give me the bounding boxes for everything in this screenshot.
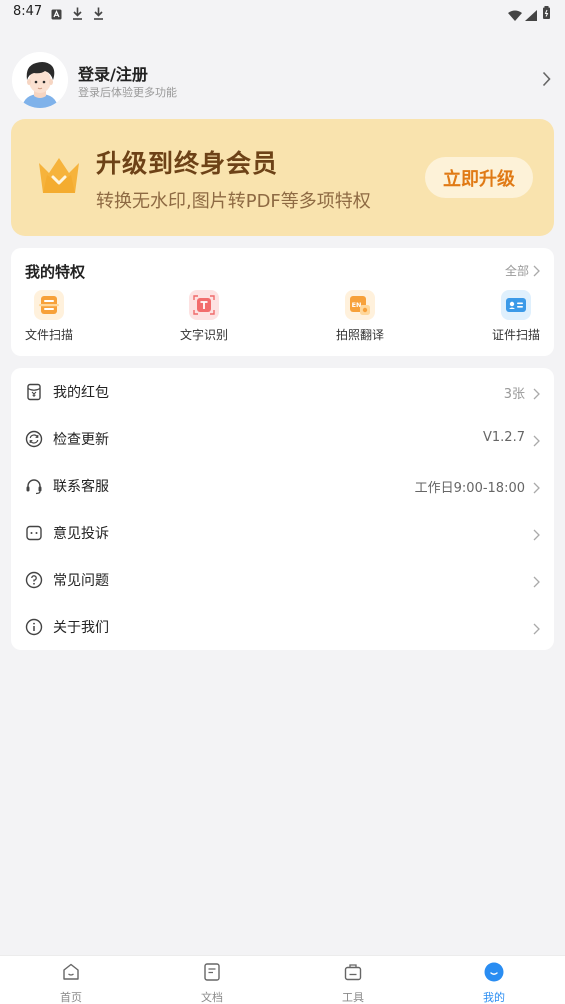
chevron-right-icon: [533, 265, 540, 276]
download-icon: [72, 5, 83, 24]
nav-label: 首页: [60, 991, 82, 1004]
privilege-text-recognition[interactable]: 文字识别: [169, 290, 239, 348]
text-recognition-icon: [189, 290, 219, 320]
chevron-right-icon: [533, 432, 540, 451]
profile-icon: [484, 962, 504, 986]
privilege-label: 文字识别: [179, 328, 228, 342]
profile-screen: 8:47 登录/注册 登录后体验更多功能 升级到终身会员 转换无水印,图片转PD…: [0, 0, 565, 1004]
feedback-icon: [25, 524, 43, 542]
signal-icon: [525, 6, 537, 25]
privileges-all-link[interactable]: 全部: [505, 262, 540, 279]
chevron-right-icon: [533, 479, 540, 498]
service-hours: 工作日9:00-18:00: [414, 481, 525, 496]
menu-label: 常见问题: [53, 573, 109, 589]
headset-icon: [25, 477, 43, 495]
menu-value: 3张: [503, 387, 525, 402]
privilege-label: 拍照翻译: [335, 328, 384, 342]
menu-label: 意见投诉: [53, 526, 109, 542]
login-subtitle: 登录后体验更多功能: [78, 86, 177, 99]
home-icon: [61, 962, 81, 986]
info-icon: [25, 618, 43, 636]
privileges-title: 我的特权: [25, 263, 86, 281]
app-version: V1.2.7: [483, 430, 525, 445]
chevron-right-icon: [533, 526, 540, 545]
nav-label: 文档: [201, 991, 223, 1004]
privileges-all-label: 全部: [504, 264, 529, 278]
menu-item-check-update[interactable]: 检查更新 V1.2.7: [11, 415, 554, 462]
banner-title: 升级到终身会员: [96, 149, 279, 178]
id-card-scan-icon: [501, 290, 531, 320]
question-icon: [25, 571, 43, 589]
privilege-document-scan[interactable]: 文件扫描: [14, 290, 84, 348]
red-packet-icon: [25, 383, 43, 401]
privilege-label: 文件扫描: [24, 328, 73, 342]
membership-banner[interactable]: 升级到终身会员 转换无水印,图片转PDF等多项特权 立即升级: [11, 119, 554, 236]
photo-translate-icon: EN: [345, 290, 375, 320]
nav-home[interactable]: 首页: [41, 962, 101, 1004]
avatar[interactable]: [12, 52, 68, 108]
banner-subtitle: 转换无水印,图片转PDF等多项特权: [96, 191, 371, 212]
document-icon: [202, 962, 222, 986]
refresh-icon: [25, 430, 43, 448]
chevron-right-icon: [533, 573, 540, 592]
privilege-photo-translate[interactable]: EN 拍照翻译: [325, 290, 395, 348]
nav-documents[interactable]: 文档: [182, 962, 242, 1004]
download-icon: [93, 5, 104, 24]
privileges-card: 我的特权 全部 文件扫描 文字识别 EN 拍照翻译 证件扫描: [11, 248, 554, 356]
chevron-right-icon: [533, 620, 540, 639]
settings-menu: 我的红包 3张 检查更新 V1.2.7 联系客服 工作日9:00-18:00 意…: [11, 368, 554, 650]
privilege-label: 证件扫描: [491, 328, 540, 342]
login-entry[interactable]: 登录/注册 登录后体验更多功能: [12, 52, 553, 108]
battery-icon: [543, 4, 550, 23]
menu-item-faq[interactable]: 常见问题: [11, 556, 554, 603]
status-bar: 8:47: [0, 0, 565, 24]
wifi-icon: [508, 6, 522, 25]
menu-label: 关于我们: [53, 620, 109, 636]
menu-item-about[interactable]: 关于我们: [11, 603, 554, 650]
status-time: 8:47: [13, 4, 43, 19]
nav-profile[interactable]: 我的: [464, 962, 524, 1004]
menu-item-red-packet[interactable]: 我的红包 3张: [11, 368, 554, 415]
menu-item-feedback[interactable]: 意见投诉: [11, 509, 554, 556]
chevron-right-icon: [542, 71, 551, 91]
chevron-right-icon: [533, 385, 540, 404]
crown-icon: [37, 155, 81, 199]
toolbox-icon: [343, 962, 363, 986]
nav-tools[interactable]: 工具: [323, 962, 383, 1004]
privilege-id-card-scan[interactable]: 证件扫描: [481, 290, 551, 348]
document-scan-icon: [34, 290, 64, 320]
menu-label: 联系客服: [53, 479, 109, 495]
bottom-nav: 首页 文档 工具 我的: [0, 955, 565, 1004]
upgrade-button[interactable]: 立即升级: [425, 157, 533, 198]
nav-label: 我的: [483, 991, 505, 1004]
menu-label: 检查更新: [53, 432, 109, 448]
menu-label: 我的红包: [53, 385, 109, 401]
nav-label: 工具: [342, 991, 364, 1004]
notification-icon: [51, 5, 62, 24]
login-title[interactable]: 登录/注册: [78, 61, 148, 85]
menu-item-customer-service[interactable]: 联系客服 工作日9:00-18:00: [11, 462, 554, 509]
